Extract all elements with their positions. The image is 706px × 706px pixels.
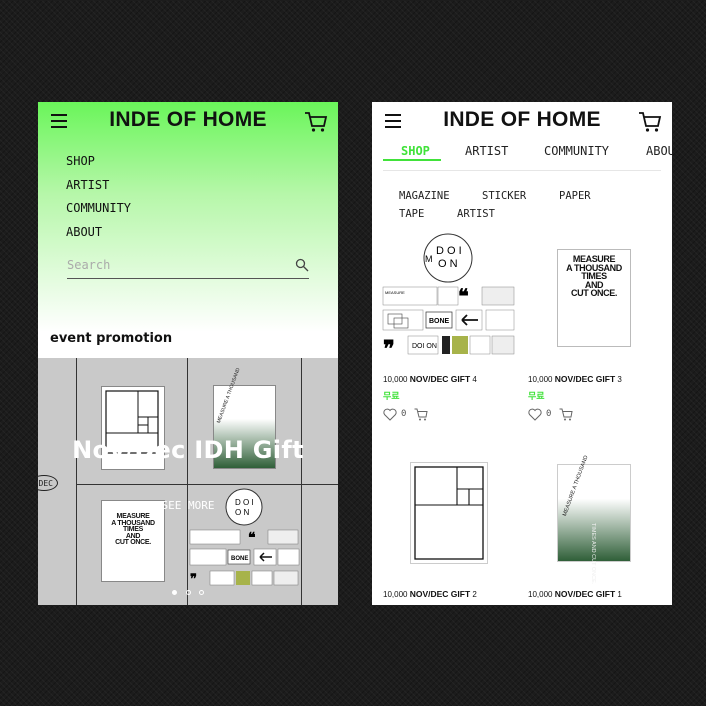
like-count: 0 xyxy=(401,409,407,419)
carousel-dot-2[interactable] xyxy=(185,590,191,595)
product-name-gift-3[interactable]: 10,000 NOV/DEC GIFT 3 xyxy=(528,374,622,384)
product-image-gift-4[interactable]: D O I O N M MEASURE ❝ BONE ❞ DOI ON xyxy=(382,232,516,362)
sticker-sheet-art: D O I O N M MEASURE ❝ BONE ❞ DOI ON xyxy=(382,233,515,362)
svg-text:❝: ❝ xyxy=(248,530,256,546)
svg-text:MEASURE: MEASURE xyxy=(385,290,405,295)
category-tabs: SHOP ARTIST COMMUNITY ABOUT xyxy=(382,144,672,164)
product-image-gift-1[interactable]: MEASURE A THOUSAND TIMES AND CUT ONCE. xyxy=(557,455,631,584)
poster-measure-text: MEASURE A THOUSAND TIMES AND CUT ONCE. xyxy=(101,500,165,582)
brand-logo[interactable]: INDE OF HOME xyxy=(372,108,672,132)
product-price-gift-3: 무료 xyxy=(528,392,545,402)
menu-item-community[interactable]: COMMUNITY xyxy=(66,201,131,225)
heart-icon[interactable] xyxy=(383,408,397,421)
event-banner[interactable]: MEASURE A THOUSAND DEC MEASURE A THOUSAND… xyxy=(38,358,338,605)
grid-squares-art xyxy=(414,466,484,560)
banner-grid-line xyxy=(301,358,302,605)
svg-text:M: M xyxy=(425,254,433,264)
carousel-dots xyxy=(38,582,338,600)
poster-rotated-text: MEASURE A THOUSAND xyxy=(562,454,590,518)
subcategory-magazine[interactable]: MAGAZINE xyxy=(399,190,450,202)
main-menu: SHOP ARTIST COMMUNITY ABOUT xyxy=(66,154,131,248)
product-name-gift-2[interactable]: 10,000 NOV/DEC GIFT 2 xyxy=(383,589,477,599)
search-input[interactable] xyxy=(67,254,287,276)
poster-side-text: TIMES AND CUT ONCE. xyxy=(590,523,596,585)
product-name-gift-1[interactable]: 10,000 NOV/DEC GIFT 1 xyxy=(528,589,622,599)
subcategory-sticker[interactable]: STICKER xyxy=(482,190,526,202)
measure-text-block: MEASURE A THOUSAND TIMES AND CUT ONCE. xyxy=(566,254,622,298)
carousel-dot-1[interactable] xyxy=(172,590,178,595)
tabs-divider xyxy=(383,170,661,171)
tab-artist[interactable]: ARTIST xyxy=(465,144,508,158)
add-to-cart-icon[interactable] xyxy=(414,408,428,421)
poster-rotated-text: MEASURE A THOUSAND xyxy=(216,367,242,425)
top-bar: INDE OF HOME xyxy=(372,102,672,142)
search-bar xyxy=(67,254,309,279)
svg-text:O N: O N xyxy=(438,258,458,270)
dec-badge: DEC xyxy=(38,475,58,491)
product-image-gift-2[interactable] xyxy=(410,462,488,564)
tab-community[interactable]: COMMUNITY xyxy=(544,144,609,158)
shop-screen: INDE OF HOME SHOP ARTIST COMMUNITY ABOUT… xyxy=(372,102,672,605)
menu-item-shop[interactable]: SHOP xyxy=(66,154,131,178)
like-count: 0 xyxy=(546,409,552,419)
search-icon[interactable] xyxy=(295,258,309,272)
menu-item-about[interactable]: ABOUT xyxy=(66,225,131,249)
cart-icon[interactable] xyxy=(638,111,662,133)
mobile-menu-screen: INDE OF HOME SHOP ARTIST COMMUNITY ABOUT… xyxy=(38,102,338,605)
bone-sticker-text: BONE xyxy=(231,556,248,562)
carousel-dot-3[interactable] xyxy=(198,590,204,595)
active-tab-indicator xyxy=(383,159,441,161)
bone-sticker-text: BONE xyxy=(429,318,450,325)
menu-item-artist[interactable]: ARTIST xyxy=(66,178,131,202)
cart-icon[interactable] xyxy=(304,111,328,133)
section-title-event-promotion: event promotion xyxy=(50,331,173,346)
tab-shop[interactable]: SHOP xyxy=(401,144,430,158)
banner-grid-line xyxy=(76,358,77,605)
banner-title: Nov/Dec IDH Gift xyxy=(72,436,304,464)
product-price-gift-4: 무료 xyxy=(383,392,400,402)
subcategory-tape[interactable]: TAPE xyxy=(399,208,424,220)
subcategory-paper[interactable]: PAPER xyxy=(559,190,591,202)
see-more-link[interactable]: SEE MORE xyxy=(38,499,338,512)
product-actions-gift-3: 0 xyxy=(528,408,588,422)
add-to-cart-icon[interactable] xyxy=(559,408,573,421)
brand-logo[interactable]: INDE OF HOME xyxy=(38,108,338,132)
product-actions-gift-4: 0 xyxy=(383,408,443,422)
product-image-gift-3[interactable]: MEASURE A THOUSAND TIMES AND CUT ONCE. xyxy=(557,249,631,347)
measure-text-block: MEASURE A THOUSAND TIMES AND CUT ONCE. xyxy=(111,513,155,546)
svg-text:DOI ON: DOI ON xyxy=(412,343,437,350)
tab-about[interactable]: ABOUT xyxy=(646,144,672,158)
top-bar: INDE OF HOME xyxy=(38,102,338,142)
svg-text:❞: ❞ xyxy=(383,336,395,358)
subcategory-artist[interactable]: ARTIST xyxy=(457,208,495,220)
svg-text:❝: ❝ xyxy=(458,284,469,308)
heart-icon[interactable] xyxy=(528,408,542,421)
product-name-gift-4[interactable]: 10,000 NOV/DEC GIFT 4 xyxy=(383,374,477,384)
svg-text:D O I: D O I xyxy=(436,245,462,257)
